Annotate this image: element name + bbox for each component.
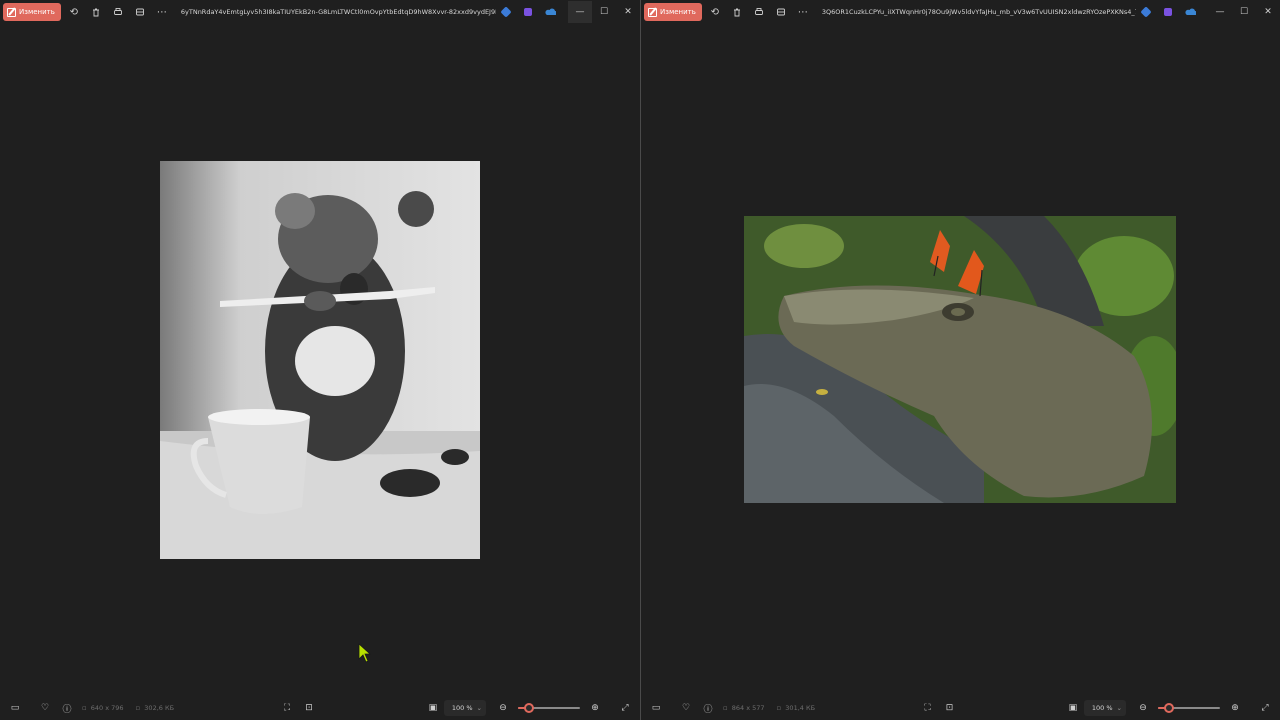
edit-button-label: Изменить [19,8,55,16]
zoom-value: 100 % [451,704,473,712]
maximize-button[interactable]: ☐ [592,1,616,23]
detect-icon[interactable]: ⊡ [938,697,960,719]
zoom-slider-thumb[interactable] [524,703,535,713]
minimize-button[interactable]: — [568,1,592,23]
dimensions-icon: ▫ [723,704,728,712]
info-icon[interactable]: ⓘ [56,697,78,719]
close-button[interactable]: ✕ [616,1,640,23]
fit-icon[interactable]: ▣ [1062,697,1084,719]
file-info: ▫ 640 x 796 ▫ 302,6 КБ [82,704,174,712]
file-size: 302,6 КБ [144,704,175,712]
crop-icon[interactable] [129,1,151,23]
filesize-icon: ▫ [135,704,141,712]
pen-icon [7,7,16,17]
edit-button[interactable]: Изменить [3,3,61,21]
info-icon[interactable]: ⓘ [697,697,719,719]
file-name: 6yTNnRdaY4vEmtgLyv5h3I8kaTIUYEkB2n-G8LmL… [180,8,496,16]
titlebar: Изменить ⟲ ⋯ 6yTNnRdaY4vEmtgLyv5h3I8kaTI… [0,0,640,24]
clipchamp-icon[interactable] [518,2,538,22]
onedrive-icon[interactable] [540,2,560,22]
close-icon: ✕ [624,7,632,17]
photo-window-left: Изменить ⟲ ⋯ 6yTNnRdaY4vEmtgLyv5h3I8kaTI… [0,0,640,720]
zoom-slider-thumb[interactable] [1164,703,1175,713]
fullscreen-icon[interactable]: ⤢ [1254,697,1276,719]
print-icon[interactable] [107,1,129,23]
close-icon: ✕ [1264,7,1272,17]
filmstrip-icon[interactable]: ▭ [645,697,667,719]
designer-icon[interactable] [496,2,516,22]
zoom-slider[interactable] [1158,702,1220,714]
image-viewer[interactable] [641,24,1280,696]
caiman-with-butterflies-photo [744,216,1176,503]
zoom-out-icon[interactable]: ⊖ [492,697,514,719]
onedrive-icon[interactable] [1180,2,1200,22]
fit-icon[interactable]: ▣ [422,697,444,719]
titlebar: Изменить ⟲ ⋯ 3Q6OR1CuzkLCPYu_iIXTWqnHr0j… [641,0,1280,24]
image-dimensions: 640 x 796 [90,704,124,712]
zoom-value: 100 % [1091,704,1113,712]
favorite-icon[interactable]: ♡ [675,697,697,719]
image-dimensions: 864 x 577 [731,704,765,712]
pen-icon [648,7,657,17]
status-bar: ▭ ♡ ⓘ ▫ 864 x 577 ▫ 301,4 КБ ⛶ ⊡ ▣ 100 %… [641,696,1280,720]
status-bar: ▭ ♡ ⓘ ▫ 640 x 796 ▫ 302,6 КБ ⛶ ⊡ ▣ 100 %… [0,696,640,720]
zoom-in-icon[interactable]: ⊕ [1224,697,1246,719]
crop-icon[interactable] [770,1,792,23]
zoom-out-icon[interactable]: ⊖ [1132,697,1154,719]
file-name: 3Q6OR1CuzkLCPYu_iIXTWqnHr0j78Ou9jWv5ldvY… [821,8,1136,16]
file-size: 301,4 КБ [785,704,816,712]
image-viewer[interactable] [0,24,640,696]
dimensions-icon: ▫ [82,704,87,712]
maximize-icon: ☐ [599,7,609,17]
fullscreen-icon[interactable]: ⤢ [614,697,636,719]
more-icon[interactable]: ⋯ [151,1,173,23]
focus-icon[interactable]: ⛶ [916,697,938,719]
favorite-icon[interactable]: ♡ [34,697,56,719]
close-button[interactable]: ✕ [1256,1,1280,23]
designer-icon[interactable] [1136,2,1156,22]
minimize-icon: — [1215,7,1225,17]
delete-icon[interactable] [726,1,748,23]
koala-photo [160,161,480,559]
maximize-button[interactable]: ☐ [1232,1,1256,23]
focus-icon[interactable]: ⛶ [276,697,298,719]
edit-button[interactable]: Изменить [644,3,702,21]
photo-window-right: Изменить ⟲ ⋯ 3Q6OR1CuzkLCPYu_iIXTWqnHr0j… [641,0,1280,720]
delete-icon[interactable] [85,1,107,23]
print-icon[interactable] [748,1,770,23]
filmstrip-icon[interactable]: ▭ [4,697,26,719]
maximize-icon: ☐ [1239,7,1249,17]
minimize-button[interactable]: — [1208,1,1232,23]
rotate-icon[interactable]: ⟲ [704,1,726,23]
detect-icon[interactable]: ⊡ [298,697,320,719]
edit-button-label: Изменить [660,8,696,16]
chevron-down-icon: ⌄ [476,704,482,712]
more-icon[interactable]: ⋯ [792,1,814,23]
rotate-icon[interactable]: ⟲ [63,1,85,23]
mouse-cursor-icon [358,643,372,663]
zoom-slider[interactable] [518,702,580,714]
zoom-select[interactable]: 100 % ⌄ [443,700,486,716]
minimize-icon: — [575,7,585,17]
filesize-icon: ▫ [776,704,782,712]
zoom-select[interactable]: 100 % ⌄ [1083,700,1126,716]
clipchamp-icon[interactable] [1158,2,1178,22]
file-info: ▫ 864 x 577 ▫ 301,4 КБ [723,704,815,712]
chevron-down-icon: ⌄ [1116,704,1122,712]
zoom-in-icon[interactable]: ⊕ [584,697,606,719]
